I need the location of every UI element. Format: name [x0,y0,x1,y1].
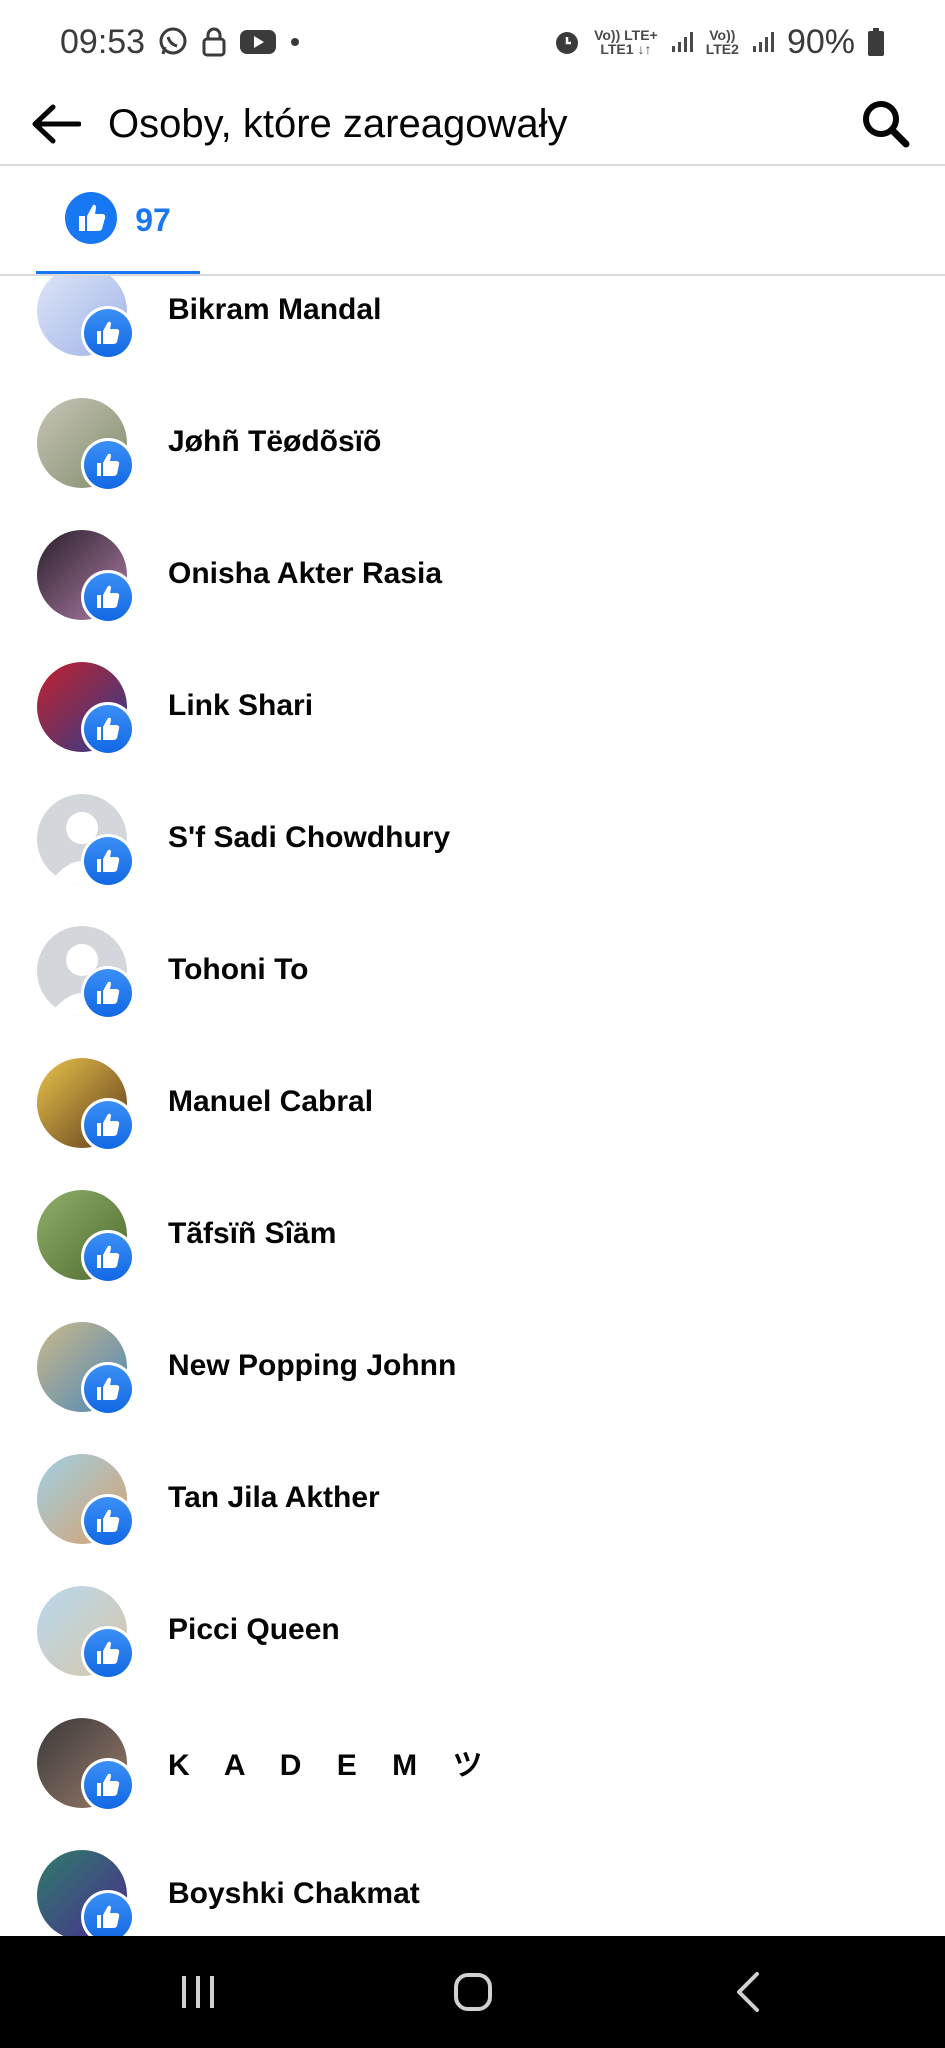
battery-icon [867,27,885,57]
top-app-bar: Osoby, które zareagowały [0,84,945,164]
avatar-with-reaction[interactable] [37,1058,137,1158]
avatar-with-reaction[interactable] [37,662,137,762]
reactor-name[interactable]: Tãfsïñ Sîäm [168,1217,336,1251]
like-badge [81,1758,135,1812]
reaction-count: 97 [135,201,171,238]
signal-icon [751,30,775,54]
lte1-label: Vo)) LTE+ LTE1 ↓↑ [594,27,658,57]
thumbs-up-icon [97,1773,120,1796]
whatsapp-icon [157,26,189,58]
avatar-with-reaction[interactable] [37,794,137,894]
like-badge [81,1362,135,1416]
system-back-button[interactable] [688,1952,808,2032]
like-badge [81,834,135,888]
reactor-name[interactable]: Manuel Cabral [168,1085,373,1119]
avatar-with-reaction[interactable] [37,276,137,366]
thumbs-up-icon [97,321,120,344]
signal-icon [670,30,694,54]
like-badge [81,1098,135,1152]
like-reaction-icon [65,191,118,249]
status-right: Vo)) LTE+ LTE1 ↓↑ Vo)) LTE2 90% [552,23,885,62]
reactor-row[interactable]: Tan Jila Akther [0,1432,945,1564]
alarm-icon [552,27,582,57]
like-badge [81,1626,135,1680]
thumbs-up-icon [97,1905,120,1928]
like-badge [81,306,135,360]
reactors-list: Bikram Mandal Jøhñ Tëødõsïõ Onisha Akter R… [0,276,945,1936]
youtube-icon [239,28,277,56]
thumbs-up-icon [97,981,120,1004]
reactor-name[interactable]: Picci Queen [168,1613,340,1647]
thumbs-up-icon [97,849,120,872]
like-badge [81,1890,135,1936]
reactor-row[interactable]: Tãfsïñ Sîäm [0,1168,945,1300]
reaction-tabs: 97 [0,166,945,275]
avatar-with-reaction[interactable] [37,1322,137,1422]
reactor-row[interactable]: Picci Queen [0,1564,945,1696]
home-icon [453,1973,492,2011]
reactor-row[interactable]: Jøhñ Tëødõsïõ [0,376,945,508]
reactor-name[interactable]: Tohoni To [168,953,309,987]
reactor-name[interactable]: Onisha Akter Rasia [168,557,442,591]
avatar-with-reaction[interactable] [37,530,137,630]
reactor-name[interactable]: K A D E M ツ [168,1740,496,1784]
system-navigation-bar [0,1936,945,2048]
reactor-name[interactable]: Link Shari [168,689,313,723]
reactor-name[interactable]: New Popping Johnn [168,1349,456,1383]
avatar-with-reaction[interactable] [37,1718,137,1818]
reactor-name[interactable]: S'f Sadi Chowdhury [168,821,450,855]
like-badge [81,702,135,756]
home-button[interactable] [413,1952,533,2032]
reactor-name[interactable]: Jøhñ Tëødõsïõ [168,425,381,459]
reactor-row[interactable]: S'f Sadi Chowdhury [0,772,945,904]
arrow-left-icon [32,104,81,144]
avatar-with-reaction[interactable] [37,1190,137,1290]
thumbs-up-icon [97,1113,120,1136]
lte2-label: Vo)) LTE2 [705,27,739,57]
avatar-with-reaction[interactable] [37,1586,137,1686]
status-left: 09:53 [60,23,301,62]
reactor-row[interactable]: K A D E M ツ [0,1696,945,1828]
page-title: Osoby, które zareagowały [108,101,568,146]
search-icon [863,101,910,148]
back-button[interactable] [26,94,86,154]
thumbs-up-icon [97,1377,120,1400]
chevron-left-icon [736,1972,759,2012]
status-bar: 09:53 Vo)) LTE+ LTE1 ↓↑ Vo)) LTE2 90% [0,0,945,84]
like-badge [81,570,135,624]
thumbs-up-icon [97,717,120,740]
reactor-row[interactable]: Tohoni To [0,904,945,1036]
like-badge [81,1230,135,1284]
thumbs-up-icon [97,453,120,476]
status-time: 09:53 [60,22,146,61]
avatar-with-reaction[interactable] [37,398,137,498]
recent-apps-button[interactable] [138,1952,258,2032]
reactor-row[interactable]: Manuel Cabral [0,1036,945,1168]
like-badge [81,438,135,492]
reactor-row[interactable]: Link Shari [0,640,945,772]
reactor-row[interactable]: Onisha Akter Rasia [0,508,945,640]
avatar-with-reaction[interactable] [37,926,137,1026]
like-badge [81,1494,135,1548]
like-badge [81,966,135,1020]
thumbs-up-icon [97,1509,120,1532]
reactor-row[interactable]: New Popping Johnn [0,1300,945,1432]
reactor-name[interactable]: Bikram Mandal [168,293,381,327]
search-button[interactable] [855,93,917,155]
reactor-row[interactable]: Bikram Mandal [0,276,945,376]
reactors-list-content: Bikram Mandal Jøhñ Tëødõsïõ Onisha Akter R… [0,276,945,1936]
battery-percent: 90% [786,22,855,61]
tab-all-likes[interactable]: 97 [36,166,200,275]
reactor-name[interactable]: Boyshki Chakmat [168,1877,420,1911]
avatar-with-reaction[interactable] [37,1454,137,1554]
reactor-name[interactable]: Tan Jila Akther [168,1481,380,1515]
lock-icon [201,26,227,58]
recent-apps-icon [181,1976,214,2008]
avatar-with-reaction[interactable] [37,1850,137,1936]
thumbs-up-icon [97,1641,120,1664]
reactor-row[interactable]: Boyshki Chakmat [0,1828,945,1936]
thumbs-up-icon [97,585,120,608]
notification-dot-icon [289,36,301,48]
thumbs-up-icon [97,1245,120,1268]
